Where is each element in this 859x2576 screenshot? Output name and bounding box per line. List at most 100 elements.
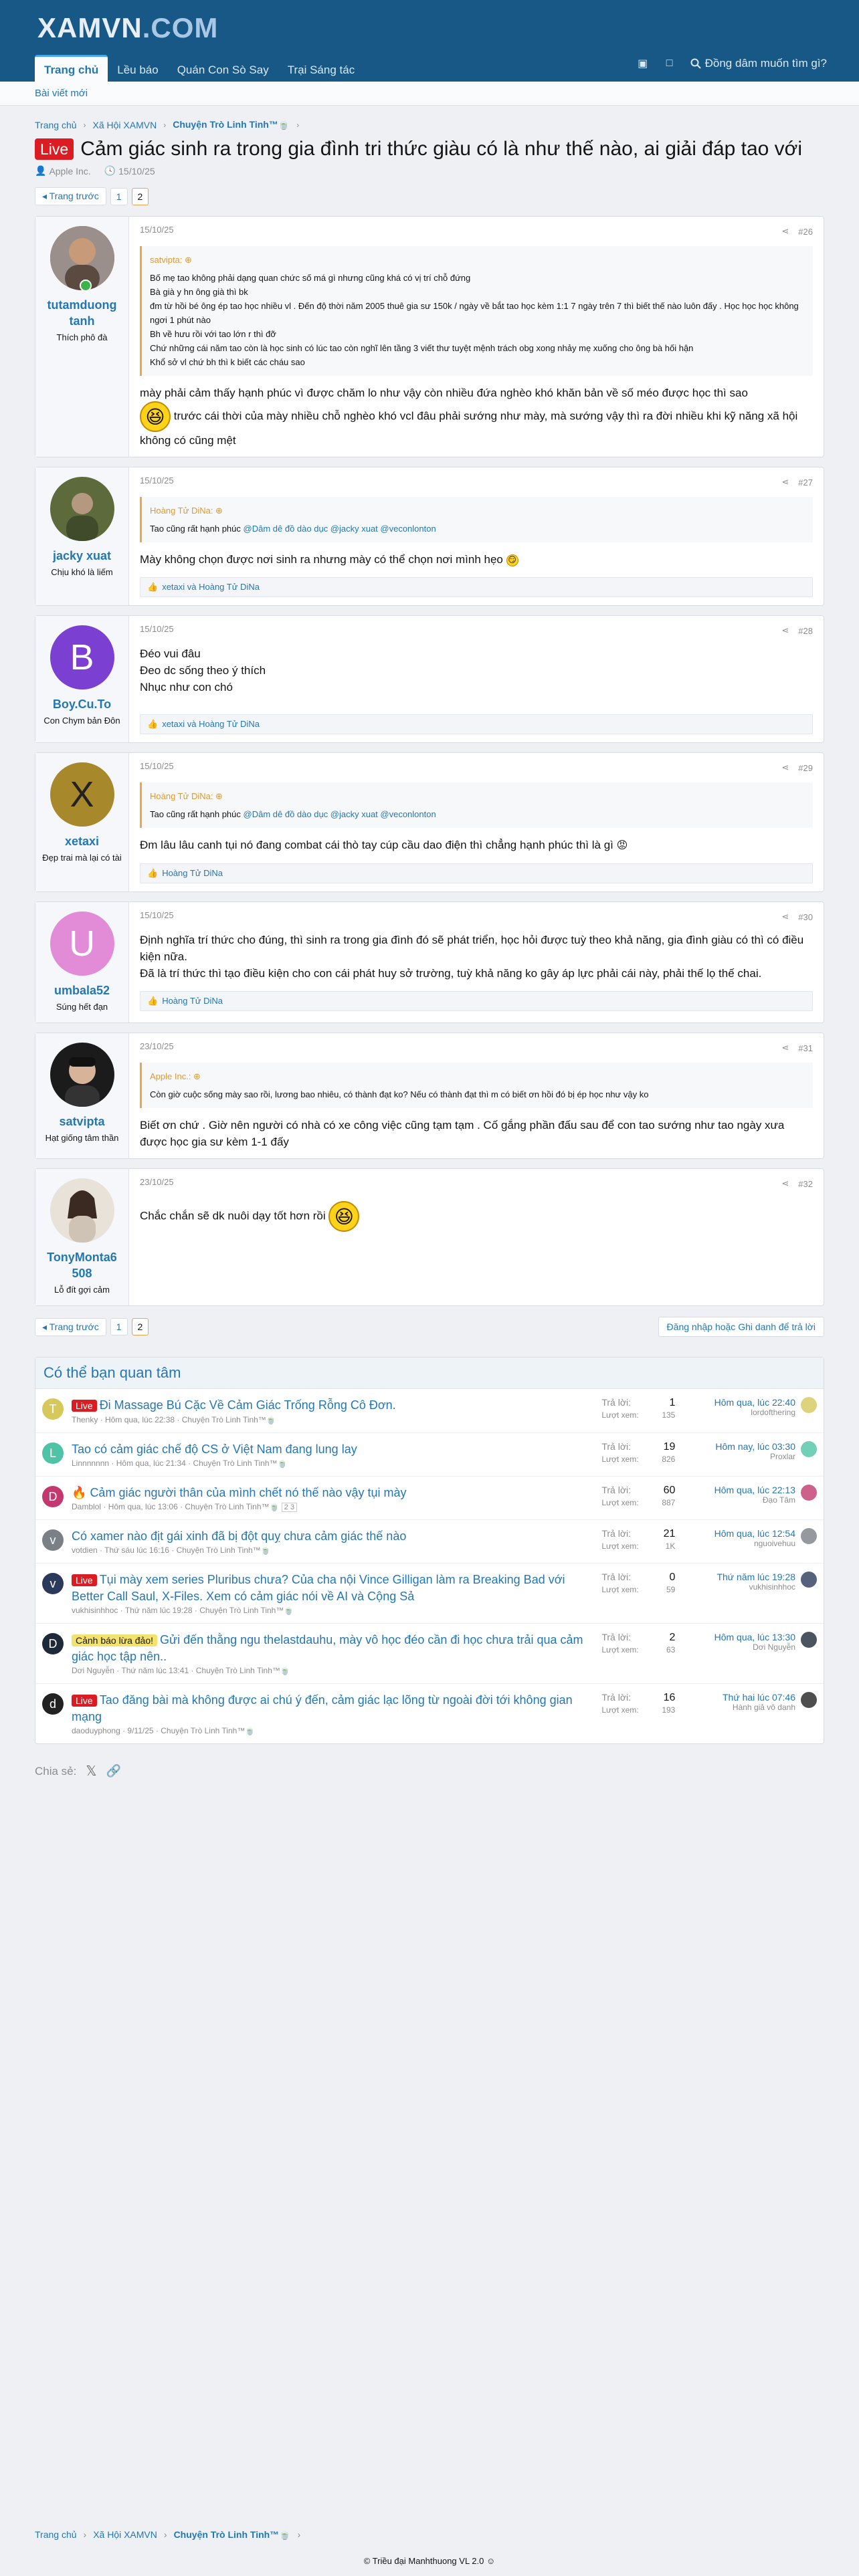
avatar[interactable] — [50, 477, 114, 541]
last-post-time[interactable]: Hôm nay, lúc 03:30 — [679, 1441, 795, 1452]
avatar[interactable] — [50, 1043, 114, 1107]
last-post-time[interactable]: Thứ năm lúc 19:28 — [679, 1572, 795, 1582]
avatar[interactable] — [801, 1441, 817, 1457]
link-icon[interactable]: 🔗 — [106, 1764, 121, 1778]
bookmark-icon[interactable]: ▣ — [637, 56, 649, 71]
post-number[interactable]: #28 — [798, 626, 813, 636]
related-thread-title[interactable]: Live Đi Massage Bú Cặc Về Cảm Giác Trống … — [72, 1397, 588, 1414]
reactions-bar[interactable]: 👍 Hoàng Tử DiNa — [140, 991, 813, 1011]
post-username[interactable]: tutamduong tanh — [39, 297, 124, 329]
avatar[interactable]: D — [42, 1633, 64, 1654]
related-thread-title[interactable]: Có xamer nào địt gái xinh đã bị đột quỵ … — [72, 1528, 588, 1544]
post-number[interactable]: #26 — [798, 227, 813, 237]
post-username[interactable]: satvipta — [39, 1113, 124, 1130]
post-number[interactable]: #32 — [798, 1179, 813, 1189]
post-username[interactable]: TonyMonta6 508 — [39, 1249, 124, 1281]
pager-page-2[interactable]: 2 — [131, 187, 149, 205]
last-post-time[interactable]: Thứ hai lúc 07:46 — [679, 1692, 795, 1703]
related-thread-row[interactable]: d Live Tao đăng bài mà không được ai chú ý… — [35, 1684, 824, 1743]
related-thread-author[interactable]: Thenky — [72, 1415, 98, 1424]
nav-tab-quan-con-so-say[interactable]: Quán Con Sò Say — [168, 59, 278, 82]
related-thread-title-text[interactable]: Tao có cảm giác chế độ CS ở Việt Nam đan… — [72, 1442, 357, 1456]
breadcrumb-home[interactable]: Trang chủ — [35, 2529, 77, 2541]
avatar[interactable] — [801, 1397, 817, 1413]
avatar[interactable]: T — [42, 1398, 64, 1420]
avatar[interactable]: L — [42, 1442, 64, 1464]
avatar[interactable] — [50, 1178, 114, 1243]
avatar[interactable] — [50, 226, 114, 292]
related-thread-forum[interactable]: Chuyện Trò Linh Tinh™🍵 — [196, 1666, 290, 1675]
avatar[interactable]: X — [50, 762, 114, 827]
post-date[interactable]: 15/10/25 — [140, 475, 174, 489]
share-icon[interactable]: ⋖ — [781, 911, 789, 922]
thread-prefix[interactable]: Live — [72, 1695, 97, 1707]
related-thread-row[interactable]: v Có xamer nào địt gái xinh đã bị đột quỵ… — [35, 1520, 824, 1564]
thread-prefix-live[interactable]: Live — [35, 138, 74, 160]
related-thread-row[interactable]: D Cảnh báo lừa đảo! Gửi đến thằng ngu thel… — [35, 1624, 824, 1684]
search-button[interactable]: Đồng dâm muốn tìm gì? — [690, 57, 827, 70]
avatar[interactable] — [801, 1485, 817, 1501]
last-post-time[interactable]: Hôm qua, lúc 22:40 — [679, 1397, 795, 1408]
quote-author[interactable]: Hoàng Tử DiNa: ⊕ — [150, 789, 805, 803]
related-thread-title-text[interactable]: Cảm giác người thân của mình chết nó thế… — [90, 1486, 406, 1499]
share-icon[interactable]: ⋖ — [781, 1178, 789, 1189]
post-date[interactable]: 15/10/25 — [140, 225, 174, 238]
post-username[interactable]: xetaxi — [39, 833, 124, 849]
post-number[interactable]: #29 — [798, 763, 813, 773]
related-thread-title[interactable]: Cảnh báo lừa đảo! Gửi đến thằng ngu thela… — [72, 1632, 588, 1665]
share-icon[interactable]: ⋖ — [781, 1043, 789, 1053]
related-thread-row[interactable]: T Live Đi Massage Bú Cặc Về Cảm Giác Trống… — [35, 1389, 824, 1433]
last-post-user[interactable]: Proxlar — [679, 1452, 795, 1461]
post-date[interactable]: 23/10/25 — [140, 1177, 174, 1190]
avatar[interactable]: U — [50, 911, 114, 976]
related-thread-title-text[interactable]: Đi Massage Bú Cặc Về Cảm Giác Trống Rỗng… — [100, 1398, 396, 1412]
quote-mentions[interactable]: @Dâm dê đồ dào dục @jacky xuat @veconlon… — [244, 809, 436, 819]
share-icon[interactable]: ⋖ — [781, 477, 789, 488]
thread-prefix[interactable]: Live — [72, 1400, 97, 1412]
quote-author[interactable]: satvipta: ⊕ — [150, 253, 805, 267]
thread-prefix[interactable]: Live — [72, 1574, 97, 1586]
reactions-bar[interactable]: 👍 xetaxi và Hoàng Tử DiNa — [140, 577, 813, 597]
avatar[interactable]: v — [42, 1573, 64, 1594]
pager-page-2[interactable]: 2 — [131, 1318, 149, 1335]
pager-page-1[interactable]: 1 — [110, 187, 128, 205]
thread-prefix[interactable]: Cảnh báo lừa đảo! — [72, 1634, 158, 1646]
related-thread-forum[interactable]: Chuyện Trò Linh Tinh™🍵 — [193, 1459, 287, 1468]
reactions-bar[interactable]: 👍 xetaxi và Hoàng Tử DiNa — [140, 714, 813, 734]
nav-tab-home[interactable]: Trang chủ — [35, 55, 108, 82]
avatar[interactable] — [801, 1528, 817, 1544]
last-post-time[interactable]: Hôm qua, lúc 13:30 — [679, 1632, 795, 1642]
quote-mentions[interactable]: @Dâm dê đồ dào dục @jacky xuat @veconlon… — [244, 524, 436, 534]
site-logo[interactable]: XAMVN.COM — [37, 12, 218, 44]
last-post-user[interactable]: vukhisinhhoc — [679, 1582, 795, 1592]
last-post-user[interactable]: lordofthering — [679, 1408, 795, 1417]
related-thread-title-text[interactable]: Tao đăng bài mà không được ai chú ý đến,… — [72, 1693, 573, 1723]
breadcrumb-forum[interactable]: Xã Hội XAMVN — [93, 120, 157, 130]
related-thread-forum[interactable]: Chuyện Trò Linh Tinh™🍵 — [161, 1726, 255, 1735]
related-thread-title[interactable]: Live Tụi mày xem series Pluribus chưa? Củ… — [72, 1572, 588, 1604]
related-thread-forum[interactable]: Chuyện Trò Linh Tinh™🍵 — [185, 1502, 279, 1511]
related-thread-author[interactable]: Damblol — [72, 1502, 101, 1511]
related-thread-title[interactable]: Tao có cảm giác chế độ CS ở Việt Nam đan… — [72, 1441, 588, 1457]
related-thread-title[interactable]: Live Tao đăng bài mà không được ai chú ý … — [72, 1692, 588, 1725]
last-post-user[interactable]: Dơi Nguyễn — [679, 1642, 795, 1652]
share-icon[interactable]: ⋖ — [781, 762, 789, 773]
avatar[interactable]: v — [42, 1529, 64, 1551]
related-thread-row[interactable]: v Live Tụi mày xem series Pluribus chưa? C… — [35, 1564, 824, 1624]
post-date[interactable]: 15/10/25 — [140, 761, 174, 774]
quote-author[interactable]: Apple Inc.: ⊕ — [150, 1069, 805, 1083]
post-username[interactable]: umbala52 — [39, 982, 124, 998]
related-thread-row[interactable]: L Tao có cảm giác chế độ CS ở Việt Nam đa… — [35, 1433, 824, 1477]
post-username[interactable]: jacky xuat — [39, 548, 124, 564]
avatar[interactable]: d — [42, 1693, 64, 1715]
breadcrumb-home[interactable]: Trang chủ — [35, 120, 77, 130]
breadcrumb-subforum[interactable]: Chuyện Trò Linh Tinh™🍵 — [174, 2529, 291, 2541]
share-icon[interactable]: ⋖ — [781, 226, 789, 237]
subnav-new-posts[interactable]: Bài viết mới — [35, 88, 88, 99]
x-twitter-icon[interactable]: 𝕏 — [86, 1763, 96, 1780]
share-icon[interactable]: ⋖ — [781, 625, 789, 636]
related-thread-author[interactable]: Linnnnnnn — [72, 1459, 109, 1468]
breadcrumb-subforum[interactable]: Chuyện Trò Linh Tinh™🍵 — [173, 119, 290, 130]
avatar[interactable]: B — [50, 625, 114, 689]
related-thread-author[interactable]: votdien — [72, 1545, 98, 1555]
